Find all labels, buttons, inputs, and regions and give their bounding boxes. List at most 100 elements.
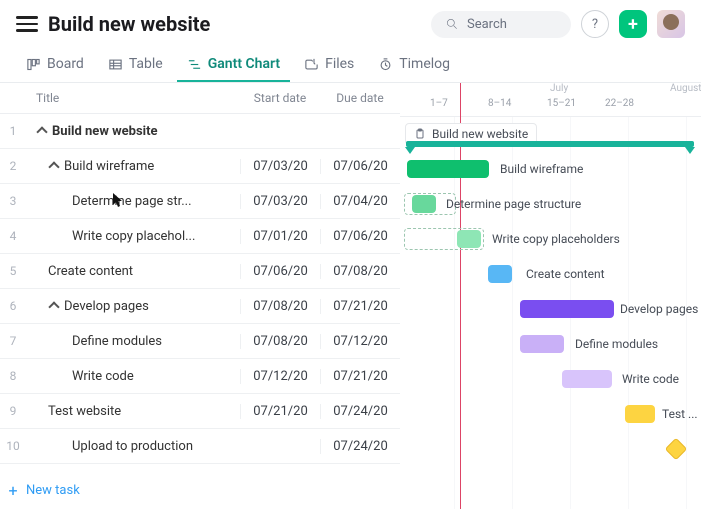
- tab-label: Timelog: [399, 56, 450, 72]
- task-title-cell[interactable]: Determine page str...: [26, 194, 240, 209]
- due-cell[interactable]: 07/08/20: [320, 264, 400, 279]
- month-label: July: [550, 83, 568, 94]
- due-cell[interactable]: 07/24/20: [320, 404, 400, 419]
- new-task-label: New task: [26, 483, 80, 498]
- due-cell[interactable]: 07/06/20: [320, 159, 400, 174]
- row-number: 7: [0, 334, 26, 348]
- week-label: 15–21: [547, 98, 576, 109]
- start-cell[interactable]: 07/03/20: [240, 194, 320, 209]
- gantt-bar[interactable]: [457, 230, 481, 248]
- tab-timelog[interactable]: Timelog: [368, 48, 460, 82]
- due-cell[interactable]: 07/06/20: [320, 229, 400, 244]
- start-cell[interactable]: 07/01/20: [240, 229, 320, 244]
- tab-board[interactable]: Board: [16, 48, 94, 82]
- table-row[interactable]: 8 Write code 07/12/2007/21/20: [0, 359, 400, 394]
- tab-files[interactable]: Files: [294, 48, 364, 82]
- gantt-bar-label: Determine page structure: [446, 197, 581, 211]
- task-title-cell[interactable]: Build new website: [26, 124, 240, 139]
- row-number: 1: [0, 124, 26, 138]
- help-button[interactable]: ?: [581, 10, 609, 38]
- start-cell[interactable]: 07/08/20: [240, 299, 320, 314]
- search-input[interactable]: Search: [431, 11, 571, 38]
- col-due[interactable]: Due date: [320, 91, 400, 105]
- start-cell[interactable]: 07/12/20: [240, 369, 320, 384]
- start-cell[interactable]: 07/03/20: [240, 159, 320, 174]
- tab-label: Gantt Chart: [208, 56, 280, 72]
- start-cell[interactable]: 07/06/20: [240, 264, 320, 279]
- task-title-cell[interactable]: Define modules: [26, 334, 240, 349]
- due-cell[interactable]: 07/24/20: [320, 439, 400, 454]
- tab-table[interactable]: Table: [98, 48, 173, 82]
- gantt-bar[interactable]: [520, 300, 614, 318]
- menu-icon[interactable]: [16, 13, 38, 35]
- task-title-cell[interactable]: Write code: [26, 369, 240, 384]
- gantt-bar[interactable]: [407, 160, 489, 178]
- gantt-row: Build wireframe: [400, 152, 701, 187]
- task-title: Build new website: [52, 124, 158, 139]
- gantt-bar-label: Write copy placeholders: [492, 232, 620, 246]
- gantt-bar[interactable]: [625, 405, 655, 423]
- table-row[interactable]: 7 Define modules 07/08/2007/12/20: [0, 324, 400, 359]
- gantt-area[interactable]: JulyAugust 1–78–1415–2122–28 Build new w…: [400, 83, 701, 509]
- row-number: 2: [0, 159, 26, 173]
- task-title-cell[interactable]: Upload to production: [26, 439, 240, 454]
- task-title: Define modules: [72, 334, 162, 349]
- table-row[interactable]: 4Write copy placehol...07/01/2007/06/20: [0, 219, 400, 254]
- chevron-icon[interactable]: [48, 160, 60, 172]
- table-row[interactable]: 6Develop pages07/08/2007/21/20: [0, 289, 400, 324]
- clipboard-icon: [414, 128, 426, 140]
- task-title: Determine page str...: [72, 194, 192, 209]
- row-number: 4: [0, 229, 26, 243]
- gantt-bar[interactable]: [412, 195, 436, 213]
- add-button[interactable]: +: [619, 10, 647, 38]
- table-row[interactable]: 3 Determine page str... 07/03/2007/04/20: [0, 184, 400, 219]
- gantt-bar-label: Write code: [622, 372, 679, 386]
- search-placeholder: Search: [467, 17, 507, 32]
- task-title-cell[interactable]: Build wireframe: [26, 159, 240, 174]
- start-cell[interactable]: 07/08/20: [240, 334, 320, 349]
- gantt-row: Define modules: [400, 327, 701, 362]
- new-task-button[interactable]: + New task: [0, 471, 400, 509]
- row-number: 8: [0, 369, 26, 383]
- task-title-cell[interactable]: Create content: [26, 264, 240, 279]
- gantt-bar[interactable]: [520, 335, 564, 353]
- table-row[interactable]: 5Create content07/06/2007/08/20: [0, 254, 400, 289]
- search-icon: [445, 17, 459, 31]
- due-cell[interactable]: 07/04/20: [320, 194, 400, 209]
- chevron-icon[interactable]: [48, 300, 60, 312]
- due-cell[interactable]: 07/21/20: [320, 369, 400, 384]
- gantt-row: Write copy placeholders: [400, 222, 701, 257]
- col-start[interactable]: Start date: [240, 91, 320, 105]
- table-row[interactable]: 2Build wireframe07/03/2007/06/20: [0, 149, 400, 184]
- page-title: Build new website: [48, 12, 210, 36]
- table-row[interactable]: 10Upload to production07/24/20: [0, 429, 400, 464]
- gantt-row: Write code: [400, 362, 701, 397]
- summary-bar[interactable]: [406, 141, 694, 147]
- week-label: 22–28: [605, 98, 634, 109]
- avatar[interactable]: [657, 10, 685, 38]
- tab-gantt[interactable]: Gantt Chart: [177, 48, 290, 82]
- row-number: 3: [0, 194, 26, 208]
- due-cell[interactable]: 07/21/20: [320, 299, 400, 314]
- gantt-row: [400, 432, 701, 467]
- gantt-bar[interactable]: [488, 265, 512, 283]
- due-cell[interactable]: 07/12/20: [320, 334, 400, 349]
- gantt-row: Build new website: [400, 117, 701, 152]
- table-row[interactable]: 9Test website07/21/2007/24/20: [0, 394, 400, 429]
- start-cell[interactable]: 07/21/20: [240, 404, 320, 419]
- tab-label: Board: [47, 56, 84, 72]
- cursor-icon: [112, 192, 124, 208]
- chevron-icon[interactable]: [36, 125, 48, 137]
- milestone-icon[interactable]: [665, 438, 688, 461]
- table-row[interactable]: 1 Build new website: [0, 114, 400, 149]
- gantt-bar-label: Build wireframe: [500, 162, 583, 176]
- gantt-bar[interactable]: [562, 370, 612, 388]
- col-title[interactable]: Title: [26, 91, 240, 105]
- task-title-cell[interactable]: Write copy placehol...: [26, 229, 240, 244]
- task-title-cell[interactable]: Develop pages: [26, 299, 240, 314]
- task-title-cell[interactable]: Test website: [26, 404, 240, 419]
- task-title: Upload to production: [72, 439, 193, 454]
- task-title: Write code: [72, 369, 134, 384]
- week-label: 1–7: [430, 98, 448, 109]
- row-number: 9: [0, 404, 26, 418]
